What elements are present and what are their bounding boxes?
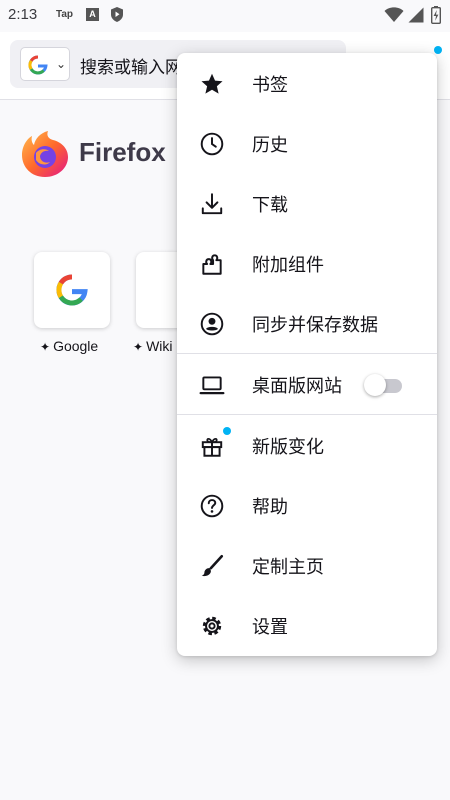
shortcut-google-label: ✦ Google bbox=[40, 338, 98, 354]
menu-item-downloads[interactable]: 下载 bbox=[177, 173, 437, 233]
status-bar: 2:13 Tap A bbox=[0, 0, 450, 32]
pin-icon: ✦ bbox=[40, 340, 51, 354]
shortcut-google[interactable] bbox=[34, 252, 110, 328]
search-engine-selector[interactable]: ⌄ bbox=[20, 47, 70, 81]
menu-item-customize-homepage[interactable]: 定制主页 bbox=[177, 535, 437, 595]
menu-item-addons[interactable]: 附加组件 bbox=[177, 233, 437, 293]
gear-icon bbox=[202, 616, 222, 636]
gift-icon bbox=[201, 437, 223, 457]
shortcut-label-text: Google bbox=[53, 338, 99, 354]
wifi-icon bbox=[384, 7, 404, 22]
menu-item-label: 新版变化 bbox=[252, 437, 324, 458]
signal-icon bbox=[408, 7, 424, 23]
firefox-logo bbox=[22, 131, 68, 177]
shortcut-wikipedia-label: ✦ Wiki bbox=[133, 338, 173, 354]
menu-item-label: 桌面版网站 bbox=[252, 376, 342, 397]
menu-item-settings[interactable]: 设置 bbox=[177, 595, 437, 655]
star-icon bbox=[201, 73, 223, 94]
menu-item-sync[interactable]: 同步并保存数据 bbox=[177, 293, 437, 353]
menu-item-help[interactable]: 帮助 bbox=[177, 475, 437, 535]
menu-item-label: 设置 bbox=[252, 617, 288, 638]
brand-wordmark: Firefox bbox=[79, 137, 166, 167]
menu-item-label: 书签 bbox=[252, 75, 288, 96]
a-notification-icon: A bbox=[86, 8, 99, 21]
help-icon bbox=[200, 494, 224, 518]
shield-icon bbox=[111, 7, 123, 22]
new-badge-dot bbox=[223, 427, 231, 435]
status-time: 2:13 bbox=[8, 6, 38, 23]
tap-notification-icon: Tap bbox=[56, 9, 74, 20]
brush-icon bbox=[201, 554, 224, 577]
menu-item-label: 下载 bbox=[252, 195, 288, 216]
puzzle-icon bbox=[202, 254, 222, 275]
menu-item-bookmarks[interactable]: 书签 bbox=[177, 53, 437, 113]
menu-item-history[interactable]: 历史 bbox=[177, 113, 437, 173]
menu-item-label: 同步并保存数据 bbox=[252, 315, 378, 336]
menu-item-label: 帮助 bbox=[252, 497, 288, 518]
menu-item-label: 历史 bbox=[252, 135, 288, 156]
overflow-menu: 书签 历史 下载 附加组件 同步并保存数据 桌面版网站 新版变化 帮助 定制主页… bbox=[177, 53, 437, 656]
pin-icon: ✦ bbox=[133, 340, 144, 354]
laptop-icon bbox=[199, 376, 225, 395]
google-logo-icon bbox=[56, 274, 88, 306]
google-logo-icon bbox=[28, 55, 48, 75]
download-icon bbox=[201, 193, 223, 215]
desktop-site-toggle[interactable] bbox=[364, 374, 404, 396]
menu-item-label: 附加组件 bbox=[252, 255, 324, 276]
menu-item-desktop-site[interactable]: 桌面版网站 bbox=[177, 354, 437, 414]
shortcut-label-text: Wiki bbox=[146, 338, 173, 354]
battery-icon bbox=[431, 6, 441, 24]
account-icon bbox=[200, 312, 224, 336]
chevron-down-icon: ⌄ bbox=[56, 57, 67, 71]
menu-item-whats-new[interactable]: 新版变化 bbox=[177, 415, 437, 475]
toggle-thumb bbox=[364, 374, 386, 396]
menu-item-label: 定制主页 bbox=[252, 557, 324, 578]
search-input[interactable]: 搜索或输入网址 bbox=[80, 53, 190, 78]
clock-icon bbox=[200, 132, 224, 156]
